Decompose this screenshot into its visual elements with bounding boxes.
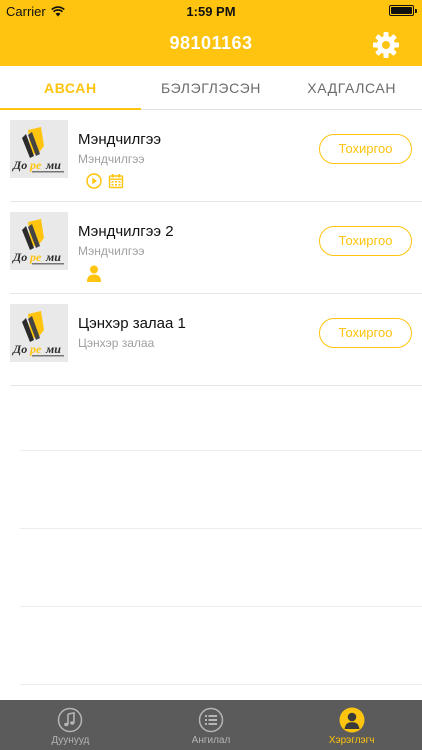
doremi-logo-thumbnail: До ре ми [10,212,68,270]
ringtone-list: До ре ми Мэндчилгээ Мэндчилгээ Тохиргоо … [0,110,422,386]
battery-icon [389,5,417,16]
item-subtitle: Цэнхэр залаа [78,336,155,350]
item-title: Мэндчилгээ [78,131,162,148]
settings-button[interactable]: Тохиргоо [319,226,412,256]
item-subtitle: Мэндчилгээ [78,244,145,258]
empty-row-divider [20,684,422,685]
user-icon [339,707,365,733]
header: 98101163 [0,22,422,66]
status-time: 1:59 PM [186,4,236,19]
item-title: Цэнхэр залаа 1 [78,315,186,332]
settings-button[interactable]: Тохиргоо [319,318,412,348]
settings-button[interactable]: Тохиргоо [319,134,412,164]
svg-text:До: До [12,342,27,356]
svg-text:ми: ми [45,342,61,356]
list-icon [198,707,224,733]
gear-icon[interactable] [372,31,400,59]
person-icon [87,265,101,282]
tab-bar-label: Ангилал [191,735,231,746]
tab-bar-label: Хэрэглэгч [328,735,375,746]
play-circle-icon [86,173,102,189]
item-icons [86,265,102,282]
tab-avsan[interactable]: АВСАН [0,66,141,110]
tab-belegleesen[interactable]: БЭЛЭГЛЭСЭН [141,66,282,109]
bottom-tab-bar: Дуунууд Ангилал Хэрэглэгч [0,700,422,750]
svg-text:ми: ми [45,158,61,172]
tab-hadgalsan[interactable]: ХАДГАЛСАН [281,66,422,109]
svg-text:ре: ре [29,250,42,264]
status-bar: Carrier 1:59 PM [0,0,422,22]
empty-row-divider [20,606,422,607]
empty-row-divider [20,528,422,529]
empty-row-divider [20,450,422,451]
list-item[interactable]: До ре ми Мэндчилгээ Мэндчилгээ Тохиргоо [10,110,422,202]
tab-bar-categories[interactable]: Ангилал [141,700,282,750]
svg-text:ми: ми [45,250,61,264]
item-title: Мэндчилгээ 2 [78,223,174,240]
item-icons [86,173,124,189]
calendar-icon [108,174,124,189]
page-title: 98101163 [169,33,253,53]
item-subtitle: Мэндчилгээ [78,152,145,166]
music-note-icon [58,707,83,733]
svg-text:ре: ре [29,342,42,356]
doremi-logo-thumbnail: До ре ми [10,120,68,178]
svg-text:ре: ре [29,158,42,172]
list-item[interactable]: До ре ми Мэндчилгээ 2 Мэндчилгээ Тохирго… [10,202,422,294]
tab-bar-songs[interactable]: Дуунууд [0,700,141,750]
list-item[interactable]: До ре ми Цэнхэр залаа 1 Цэнхэр залаа Тох… [10,294,422,386]
tab-strip: АВСАН БЭЛЭГЛЭСЭН ХАДГАЛСАН [0,66,422,110]
tab-bar-label: Дуунууд [51,735,90,746]
svg-text:До: До [12,250,27,264]
svg-text:До: До [12,158,27,172]
tab-bar-user[interactable]: Хэрэглэгч [281,700,422,750]
doremi-logo-thumbnail: До ре ми [10,304,68,362]
